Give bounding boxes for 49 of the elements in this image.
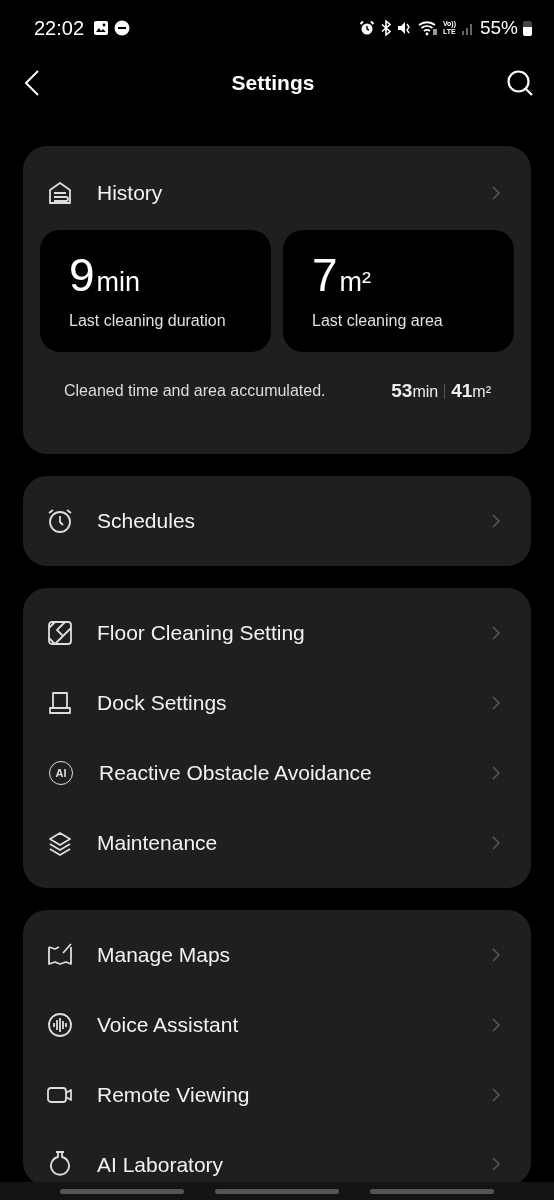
search-button[interactable] [506,69,534,97]
map-icon [47,942,73,968]
do-not-disturb-icon [114,20,131,36]
alarm-clock-icon [47,508,73,534]
chevron-icon [491,1087,501,1103]
settings-row[interactable]: Voice Assistant [23,990,531,1060]
nav-handle[interactable] [60,1188,184,1194]
settings-row[interactable]: Remote Viewing [23,1060,531,1130]
stat-caption: Last cleaning area [312,312,444,330]
house-icon [47,180,73,206]
total-value: 53min [391,380,439,402]
layers-icon [47,830,73,856]
chevron-icon [491,625,501,641]
stat-value: 9min [69,248,142,302]
chevron-icon [491,1017,501,1033]
stat-value: 7m² [312,248,373,302]
settings-row[interactable]: Manage Maps [23,920,531,990]
nav-handle[interactable] [370,1188,494,1194]
history-row[interactable]: History [23,156,531,230]
chevron-icon [491,185,501,201]
wifi-icon [417,20,438,36]
chevron-icon [491,765,501,781]
chevron-icon [491,695,501,711]
settings-row[interactable]: Schedules [23,486,531,556]
status-time: 22:02 [34,16,85,40]
floor-tile-icon [47,620,73,646]
chevron-icon [491,835,501,851]
settings-row[interactable]: Dock Settings [23,668,531,738]
chevron-icon [491,947,501,963]
dock-station-icon [47,690,73,716]
settings-row[interactable]: AI Reactive Obstacle Avoidance [23,738,531,808]
total-value: 41m² [451,380,491,402]
summary-text: Cleaned time and area accumulated. [64,382,326,400]
sound-wave-icon [47,1012,73,1038]
image-icon [93,20,110,36]
stat-caption: Last cleaning duration [69,312,227,330]
bluetooth-icon [379,20,392,36]
battery-icon [523,20,532,36]
page-title: Settings [231,71,315,95]
battery-percent: 55% [479,17,518,39]
flask-icon [47,1150,73,1176]
settings-row[interactable]: Floor Cleaning Setting [23,598,531,668]
chevron-icon [491,1156,501,1172]
settings-row[interactable]: AI Laboratory [23,1130,531,1176]
back-button[interactable] [24,69,40,97]
alarm-icon [358,20,375,36]
chevron-icon [491,513,501,529]
settings-row[interactable]: Maintenance [23,808,531,878]
nav-handle[interactable] [215,1188,339,1194]
